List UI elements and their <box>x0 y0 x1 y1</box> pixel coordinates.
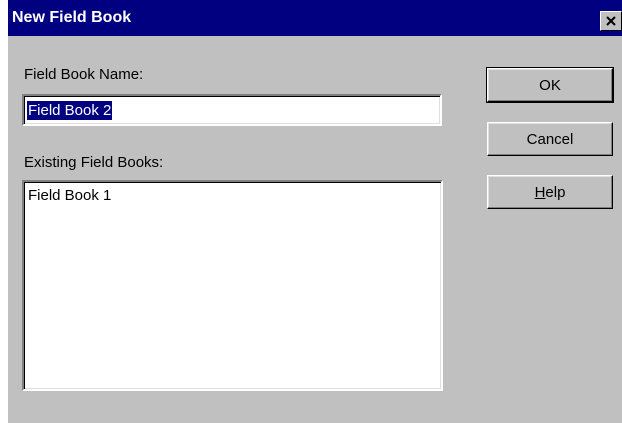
existing-field-books-list[interactable]: Field Book 1 <box>22 180 443 391</box>
ok-button-label: OK <box>539 76 561 94</box>
title-bar[interactable]: New Field Book <box>8 0 622 36</box>
new-field-book-dialog: New Field Book Field Book Name: Field Bo… <box>8 0 622 423</box>
help-accelerator: H <box>534 183 546 201</box>
close-icon <box>606 16 616 26</box>
ok-button[interactable]: OK <box>486 67 614 103</box>
window-title: New Field Book <box>12 9 132 26</box>
cancel-button-label: Cancel <box>526 130 574 148</box>
cancel-button[interactable]: Cancel <box>487 122 613 156</box>
list-item[interactable]: Field Book 1 <box>28 187 111 205</box>
help-button-label: elp <box>545 183 566 201</box>
help-button[interactable]: Help <box>487 175 613 209</box>
existing-field-books-label: Existing Field Books: <box>24 154 164 171</box>
field-book-name-value: Field Book 2 <box>27 101 113 120</box>
field-book-name-input[interactable]: Field Book 2 <box>22 94 442 126</box>
close-button[interactable] <box>600 11 622 31</box>
field-book-name-label: Field Book Name: <box>24 66 144 83</box>
